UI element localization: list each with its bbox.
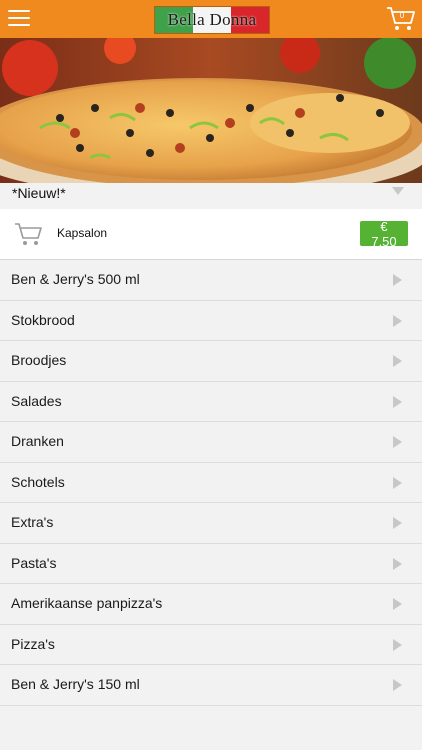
category-item[interactable]: Stokbrood	[0, 300, 422, 341]
category-item[interactable]: Ben & Jerry's 150 ml	[0, 665, 422, 706]
category-label: Amerikaanse panpizza's	[11, 595, 163, 611]
section-header-new[interactable]: *Nieuw!*	[0, 183, 422, 209]
category-label: Ben & Jerry's 500 ml	[11, 271, 140, 287]
category-label: Broodjes	[11, 352, 67, 368]
category-item[interactable]: Ben & Jerry's 500 ml	[0, 260, 422, 301]
chevron-right-icon	[393, 557, 402, 570]
category-item[interactable]: Dranken	[0, 422, 422, 463]
category-item[interactable]: Broodjes	[0, 341, 422, 382]
chevron-right-icon	[393, 638, 402, 651]
category-item[interactable]: Extra's	[0, 503, 422, 544]
chevron-right-icon	[393, 355, 402, 367]
logo-text: Bella Donna	[167, 10, 257, 29]
product-row[interactable]: Kapsalon € 7,50	[0, 209, 422, 260]
product-name: Kapsalon	[57, 226, 108, 240]
category-list: Ben & Jerry's 500 ml Stokbrood Broodjes …	[0, 260, 422, 706]
category-item[interactable]: Pizza's	[0, 624, 422, 665]
category-label: Pizza's	[11, 635, 55, 652]
category-item[interactable]: Pasta's	[0, 543, 422, 584]
section-title: *Nieuw!*	[12, 185, 66, 201]
top-bar: Bella Donna 0	[0, 0, 422, 38]
category-label: Ben & Jerry's 150 ml	[11, 676, 140, 692]
category-label: Extra's	[11, 514, 54, 530]
category-label: Pasta's	[11, 554, 57, 571]
cart-count: 0	[399, 11, 405, 20]
chevron-down-icon	[392, 187, 404, 195]
category-label: Schotels	[11, 473, 65, 490]
chevron-right-icon	[393, 436, 402, 448]
menu-icon[interactable]	[8, 8, 30, 28]
chevron-right-icon	[393, 395, 402, 408]
add-to-cart-icon[interactable]	[14, 221, 44, 247]
hero-image	[0, 38, 422, 183]
chevron-right-icon	[393, 274, 402, 286]
category-item[interactable]: Schotels	[0, 462, 422, 503]
chevron-right-icon	[393, 679, 402, 691]
cart-icon[interactable]: 0	[386, 5, 416, 33]
category-label: Stokbrood	[11, 311, 75, 328]
chevron-right-icon	[393, 476, 402, 489]
category-label: Salades	[11, 392, 62, 409]
chevron-right-icon	[393, 598, 402, 610]
chevron-right-icon	[393, 517, 402, 529]
chevron-right-icon	[393, 314, 402, 327]
category-item[interactable]: Amerikaanse panpizza's	[0, 584, 422, 625]
price-button[interactable]: € 7,50	[360, 219, 408, 249]
category-label: Dranken	[11, 433, 64, 449]
category-item[interactable]: Salades	[0, 381, 422, 422]
logo: Bella Donna	[154, 6, 270, 34]
